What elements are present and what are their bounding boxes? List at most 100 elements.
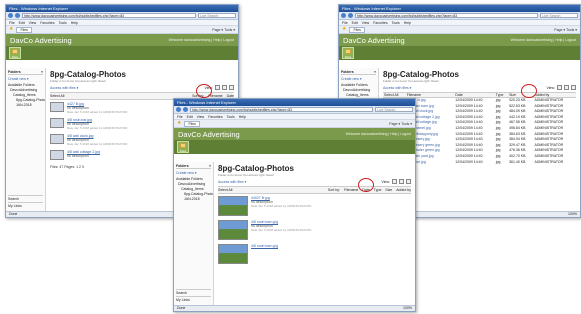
file-thumbnail[interactable] (50, 102, 64, 112)
list-item[interactable]: 44027 lit.jpg no description Date Jan 5 … (218, 194, 411, 218)
nav-search-link[interactable]: Search (176, 289, 211, 296)
view-list-button[interactable] (215, 85, 220, 90)
address-bar-row: http://www.davcoadvertising.com/fpl/publ… (174, 106, 415, 114)
browser-tab[interactable]: Files (16, 26, 32, 33)
files-tile-button[interactable]: Files (9, 47, 21, 59)
files-tile-button[interactable]: Files (342, 47, 354, 59)
sort-filename[interactable]: Filename (344, 188, 358, 192)
forward-icon[interactable] (348, 13, 353, 18)
address-input[interactable]: http://www.davcoadvertising.com/fpl/publ… (355, 13, 538, 18)
menu-tools[interactable]: Tools (392, 20, 400, 25)
sort-added-by[interactable]: Added by (396, 188, 411, 192)
address-input[interactable]: http://www.davcoadvertising.com/fpl/publ… (22, 13, 196, 18)
favorites-bar: ★ Files Page ▾ Tools ▾ (6, 26, 238, 34)
back-icon[interactable] (8, 13, 13, 18)
tree-item-jan-2018[interactable]: JAN-2018 (176, 197, 211, 202)
collapse-icon[interactable]: « (41, 70, 43, 74)
menu-favorites[interactable]: Favorites (373, 20, 387, 25)
select-all-checkbox[interactable]: Select All (50, 94, 64, 98)
welcome-links[interactable]: Welcome davcoadvertising | Help | Logout (169, 38, 234, 42)
access-menu[interactable]: Access with files ▾ (50, 86, 78, 90)
zoom-level[interactable]: 100% (568, 212, 577, 217)
menu-help[interactable]: Help (404, 20, 411, 25)
menu-help[interactable]: Help (71, 20, 78, 25)
menu-file[interactable]: File (9, 20, 15, 25)
create-new-link[interactable]: Create new ▾ (176, 171, 211, 175)
welcome-links[interactable]: Welcome davcoadvertising | Help | Logout (511, 38, 576, 42)
menu-edit[interactable]: Edit (352, 20, 358, 25)
file-toolbar: Access with files ▾ View: (218, 179, 411, 184)
sort-size[interactable]: Size (385, 188, 392, 192)
access-menu[interactable]: Access with files ▾ (383, 86, 411, 90)
favorites-star-icon[interactable]: ★ (9, 27, 13, 32)
create-new-link[interactable]: Create new ▾ (341, 77, 376, 81)
browser-tab[interactable]: Files (349, 26, 365, 33)
file-thumbnail[interactable] (218, 244, 248, 264)
menu-help[interactable]: Help (239, 114, 246, 119)
search-input[interactable]: Live Search (540, 13, 578, 18)
menu-file[interactable]: File (177, 114, 183, 119)
menu-tools[interactable]: Tools (59, 20, 67, 25)
favorites-star-icon[interactable]: ★ (177, 121, 181, 126)
sort-type[interactable]: Type (374, 188, 382, 192)
menu-edit[interactable]: Edit (19, 20, 25, 25)
file-link[interactable]: 4/8 rosin barn.jpg (251, 244, 278, 248)
site-banner: DavCo Advertising Welcome davcoadvertisi… (6, 34, 238, 46)
list-item[interactable]: 4/8 rosin barn.jpg (218, 242, 411, 266)
nav-mylinks-link[interactable]: My Links (176, 296, 211, 303)
menu-edit[interactable]: Edit (187, 114, 193, 119)
search-input[interactable]: Live Search (198, 13, 236, 18)
page-tools-menu[interactable]: Page ▾ Tools ▾ (554, 28, 577, 32)
back-icon[interactable] (176, 107, 181, 112)
highlight-circle (521, 84, 537, 98)
address-bar-row: http://www.davcoadvertising.com/fpl/publ… (339, 12, 580, 20)
back-icon[interactable] (341, 13, 346, 18)
folder-nav: Folders « Create new ▾ Available Folders… (174, 162, 214, 305)
file-thumbnail[interactable] (50, 118, 64, 128)
file-thumbnail[interactable] (50, 150, 64, 160)
collapse-icon[interactable]: « (374, 70, 376, 74)
view-list-button[interactable] (392, 179, 397, 184)
page-content: Folders « Create new ▾ Available Folders… (174, 162, 415, 305)
nav-search-link[interactable]: Search (8, 195, 43, 202)
file-thumbnail[interactable] (218, 220, 248, 240)
files-tile-button[interactable]: Files (177, 141, 189, 153)
page-tools-menu[interactable]: Page ▾ Tools ▾ (389, 122, 412, 126)
site-actions-bar: Files (339, 46, 580, 60)
favorites-star-icon[interactable]: ★ (342, 27, 346, 32)
select-all-checkbox[interactable]: Select All (218, 188, 232, 192)
create-new-link[interactable]: Create new ▾ (8, 77, 43, 81)
list-item-text: 4/8 rosin barn.jpg no description Date J… (251, 220, 311, 232)
welcome-links[interactable]: Welcome davcoadvertising | Help | Logout (346, 132, 411, 136)
view-thumbnail-button[interactable] (222, 85, 227, 90)
view-grid-button[interactable] (571, 85, 576, 90)
zoom-level[interactable]: 100% (403, 306, 412, 311)
search-input[interactable]: Live Search (375, 107, 413, 112)
menu-view[interactable]: View (197, 114, 205, 119)
menu-favorites[interactable]: Favorites (40, 20, 54, 25)
view-thumbnail-button[interactable] (564, 85, 569, 90)
file-thumbnail[interactable] (50, 134, 64, 144)
file-thumbnail[interactable] (218, 196, 248, 216)
menu-view[interactable]: View (29, 20, 37, 25)
cell-added-by: ADMINISTRATOR (534, 159, 564, 164)
page-tools-menu[interactable]: Page ▾ Tools ▾ (212, 28, 235, 32)
site-brand: DavCo Advertising (10, 35, 72, 45)
browser-tab[interactable]: Files (184, 120, 200, 127)
list-item[interactable]: 4/8 rosin barn.jpg no description Date J… (218, 218, 411, 242)
menu-file[interactable]: File (342, 20, 348, 25)
forward-icon[interactable] (183, 107, 188, 112)
view-grid-button[interactable] (406, 179, 411, 184)
nav-mylinks-link[interactable]: My Links (8, 202, 43, 209)
view-thumbnail-button[interactable] (399, 179, 404, 184)
view-grid-button[interactable] (229, 85, 234, 90)
collapse-icon[interactable]: « (209, 164, 211, 168)
view-list-button[interactable] (557, 85, 562, 90)
address-input[interactable]: http://www.davcoadvertising.com/fpl/publ… (190, 107, 373, 112)
access-menu[interactable]: Access with files ▾ (218, 180, 246, 184)
forward-icon[interactable] (15, 13, 20, 18)
menu-tools[interactable]: Tools (227, 114, 235, 119)
menu-view[interactable]: View (362, 20, 370, 25)
tree-item-jan-2018[interactable]: JAN-2018 (8, 103, 43, 108)
menu-favorites[interactable]: Favorites (208, 114, 222, 119)
